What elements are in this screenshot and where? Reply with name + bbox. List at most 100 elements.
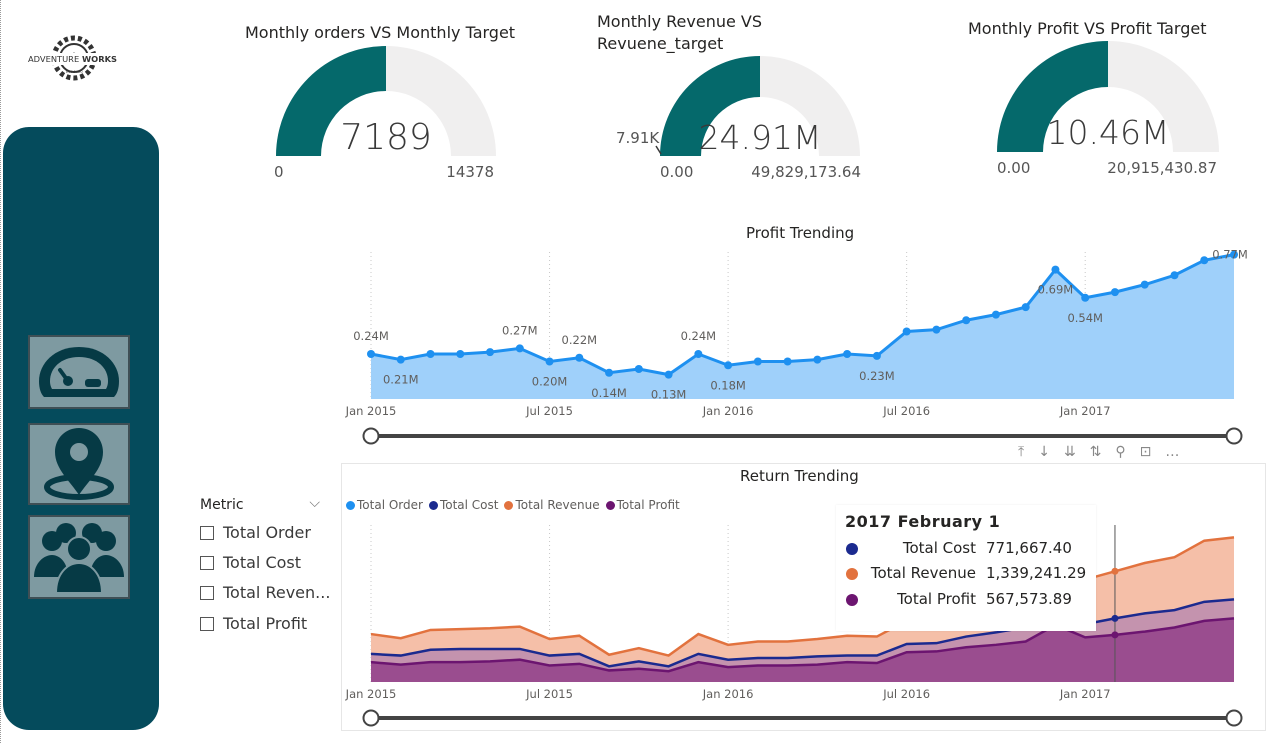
profit-point[interactable] [694,350,703,358]
metric-slicer-header[interactable]: Metric ⌵ [200,495,320,513]
data-label: 0.24M [353,329,389,343]
profit-point[interactable] [724,361,733,370]
profit-point[interactable] [634,365,643,373]
checkbox[interactable] [200,585,214,600]
range-slider-end-handle[interactable] [1225,427,1243,445]
profit-point[interactable] [367,350,375,358]
profit-point[interactable] [575,353,584,362]
profit-point[interactable] [932,325,941,334]
nav-map-button[interactable] [28,423,130,505]
profit-point[interactable] [843,350,852,358]
checkbox[interactable] [200,616,214,631]
gauge-profit-max: 20,915,430.87 [1107,159,1217,177]
profit-point[interactable] [426,350,435,358]
data-label: 0.23M [859,369,895,383]
data-label: 0.21M [383,373,419,387]
chevron-down-icon[interactable]: ⌵ [309,495,320,511]
legend-item-total-profit[interactable]: Total Profit [605,498,680,512]
tooltip-row-value: 771,667.40 [986,539,1072,557]
range-slider-start-handle[interactable] [362,709,380,727]
profit-point[interactable] [1170,271,1179,280]
expand-next-level-icon[interactable]: ⇊ [1064,444,1076,460]
adventureworks-logo: ADVENTURE WORKS EST 2020 [26,35,122,81]
drill-down-icon[interactable]: ↓ [1038,444,1050,460]
tooltip-dot-icon [846,543,858,555]
drill-up-icon[interactable]: ⤒ [1018,444,1024,460]
x-tick-label: Jul 2016 [882,404,930,418]
tooltip-date: 2017 February 1 [845,512,1001,531]
range-slider-end-handle[interactable] [1225,709,1243,727]
legend-item-total-order[interactable]: Total Order [346,498,423,512]
profit-point[interactable] [813,355,822,364]
profit-point[interactable] [396,355,405,364]
nav-customers-button[interactable] [28,515,130,599]
legend-dot-icon [504,500,514,510]
x-tick-label: Jul 2016 [882,687,930,701]
profit-point[interactable] [515,344,524,353]
data-label: 0.14M [591,386,627,400]
legend-label: Total Cost [439,498,499,512]
slicer-item-total-order[interactable]: Total Order [200,523,311,542]
data-label: 0.13M [651,388,687,402]
data-label: 0.27M [502,323,538,337]
profit-point[interactable] [545,357,554,366]
profit-point[interactable] [753,357,762,366]
slicer-item-label: Total Reven... [223,583,331,602]
gauge-revenue-max: 49,829,173.64 [751,163,861,181]
profit-point[interactable] [1021,303,1030,312]
tooltip-row-profit: Total Profit 567,573.89 [846,590,1096,612]
legend-dot-icon [605,500,615,510]
tooltip-row-name: Total Cost [902,539,976,557]
x-tick-label: Jan 2017 [1059,404,1111,418]
gauge-orders-max: 14378 [446,163,494,181]
expand-hierarchy-icon[interactable]: ⇅ [1090,444,1102,460]
profit-point[interactable] [991,310,1000,319]
gauge-orders-min: 0 [274,163,284,181]
profit-point[interactable] [1081,293,1090,302]
profit-point[interactable] [1200,256,1209,265]
gauge-profit-value: 10.46M [1047,113,1170,152]
legend-item-total-cost[interactable]: Total Cost [428,498,499,512]
dashboard-gauge-icon [39,347,119,397]
range-slider-start-handle[interactable] [362,427,380,445]
tooltip-row-cost: Total Cost 771,667.40 [846,539,1096,561]
return-trending-legend: Total Order Total Cost Total Revenue Tot… [346,498,682,512]
legend-item-total-revenue[interactable]: Total Revenue [504,498,600,512]
profit-point[interactable] [1140,280,1149,289]
profit-point[interactable] [902,327,911,336]
profit-point[interactable] [1110,288,1119,297]
gauge-profit: 10.46M 0.00 20,915,430.87 [997,41,1219,177]
x-tick-label: Jul 2015 [525,687,573,701]
checkbox[interactable] [200,525,214,540]
hover-point [1111,631,1119,639]
legend-label: Total Revenue [515,498,600,512]
nav-dashboard-button[interactable] [28,335,130,409]
profit-point[interactable] [783,357,792,366]
profit-point[interactable] [664,370,673,379]
more-options-icon[interactable]: … [1165,444,1179,460]
profit-point[interactable] [486,348,495,357]
profit-trending-title: Profit Trending [746,224,855,242]
slicer-item-total-profit[interactable]: Total Profit [200,614,307,633]
tooltip-row-name: Total Profit [897,590,976,608]
focus-mode-icon[interactable]: ⊡ [1140,444,1152,460]
slicer-item-total-cost[interactable]: Total Cost [200,553,301,572]
return-trending-title: Return Trending [740,467,859,485]
profit-point[interactable] [872,351,881,360]
slicer-item-total-revenue[interactable]: Total Reven... [200,583,330,602]
profit-point[interactable] [1051,265,1060,274]
hover-point [1111,567,1119,575]
legend-label: Total Profit [616,498,680,512]
x-tick-label: Jan 2016 [702,404,754,418]
checkbox[interactable] [200,555,214,570]
profit-point[interactable] [605,368,614,377]
profit-point[interactable] [962,316,971,325]
profit-point[interactable] [456,350,465,358]
gauge-revenue-value: 24.91M [699,118,822,157]
map-location-icon [44,428,114,500]
legend-dot-icon [428,500,438,510]
filter-icon[interactable]: ⚲ [1115,444,1125,460]
slicer-item-label: Total Cost [223,553,302,572]
chart-tooltip: 2017 February 1 Total Cost 771,667.40 To… [836,505,1096,631]
profit-area [371,254,1234,399]
